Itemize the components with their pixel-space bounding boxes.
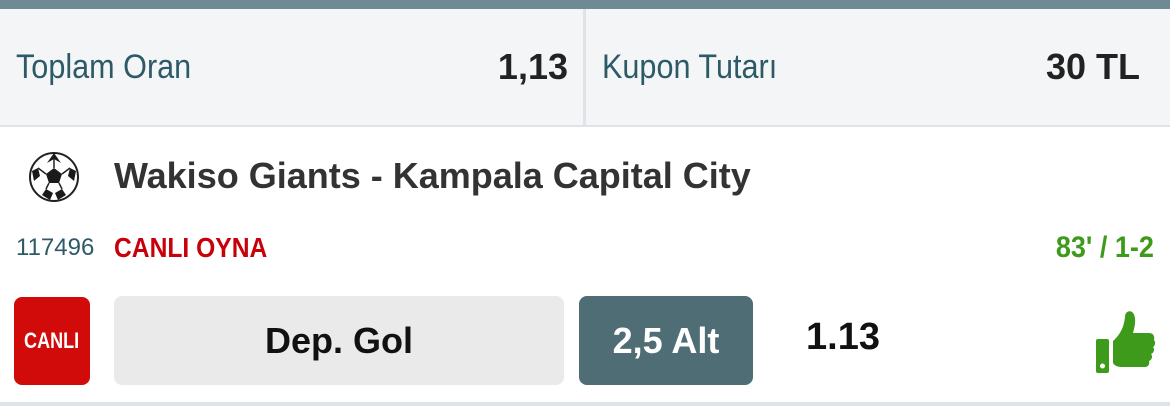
bottom-divider [0,402,1170,406]
live-badge-label: CANLI [24,328,80,353]
coupon-amount-value: 30 TL [1045,46,1140,87]
total-odds-value: 1,13 [497,46,568,87]
bet-slip-item: Wakiso Giants - Kampala Capital City 117… [0,127,1170,403]
total-odds-label: Toplam Oran [16,47,192,86]
thumbs-up-icon [1096,311,1156,373]
total-odds-cell: Toplam Oran 1,13 [0,9,584,125]
selection-button[interactable]: 2,5 Alt [579,296,753,385]
coupon-amount-label: Kupon Tutarı [602,47,778,86]
live-play-link[interactable]: CANLI OYNA [114,232,267,264]
coupon-summary: Toplam Oran 1,13 Kupon Tutarı 30 TL [0,9,1170,127]
live-badge: CANLI [14,297,90,385]
selection-odds: 1.13 [806,316,880,358]
top-accent-bar [0,0,1170,9]
market-button[interactable]: Dep. Gol [114,296,564,385]
soccer-ball-icon [29,152,79,202]
event-id: 117496 [16,234,95,261]
match-minute-score: 83' / 1-2 [1056,231,1154,264]
coupon-amount-cell: Kupon Tutarı 30 TL [586,9,1170,125]
match-title[interactable]: Wakiso Giants - Kampala Capital City [114,155,751,197]
